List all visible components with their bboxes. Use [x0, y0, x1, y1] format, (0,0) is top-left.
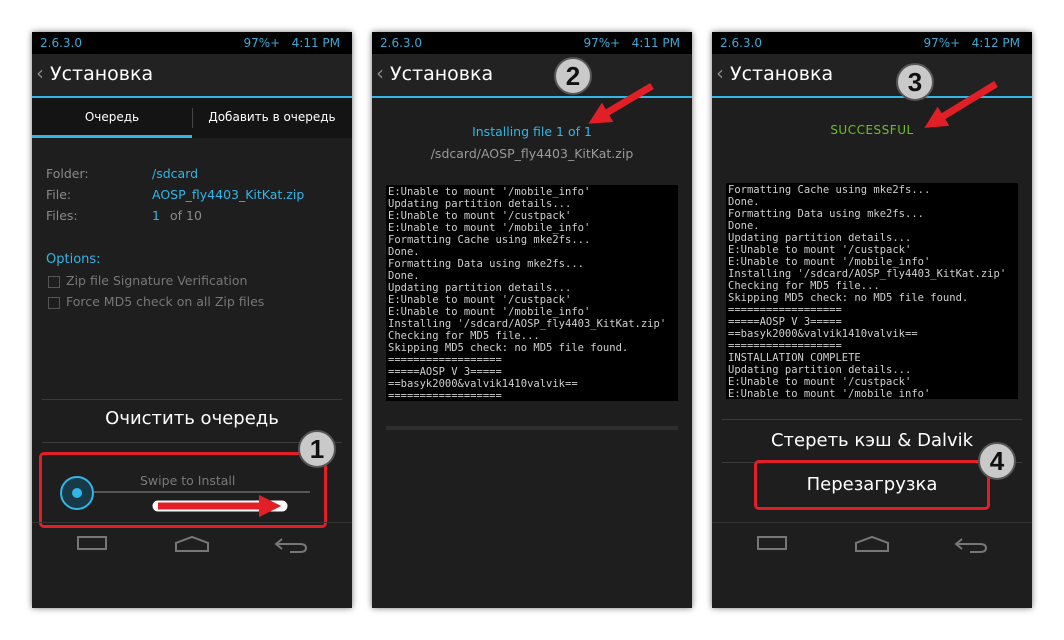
step-badge-number: 4: [990, 446, 1005, 476]
arrow-to-successful: [924, 81, 998, 128]
step-badge-1: 1: [298, 430, 336, 468]
step-badge-number: 3: [908, 67, 922, 97]
step-badge-4: 4: [978, 442, 1016, 480]
step-badge-number: 1: [310, 434, 324, 464]
step-badge-number: 2: [566, 61, 580, 91]
arrow-to-installing: [588, 82, 654, 124]
step-badge-2: 2: [554, 57, 592, 95]
step-badge-3: 3: [896, 63, 934, 101]
